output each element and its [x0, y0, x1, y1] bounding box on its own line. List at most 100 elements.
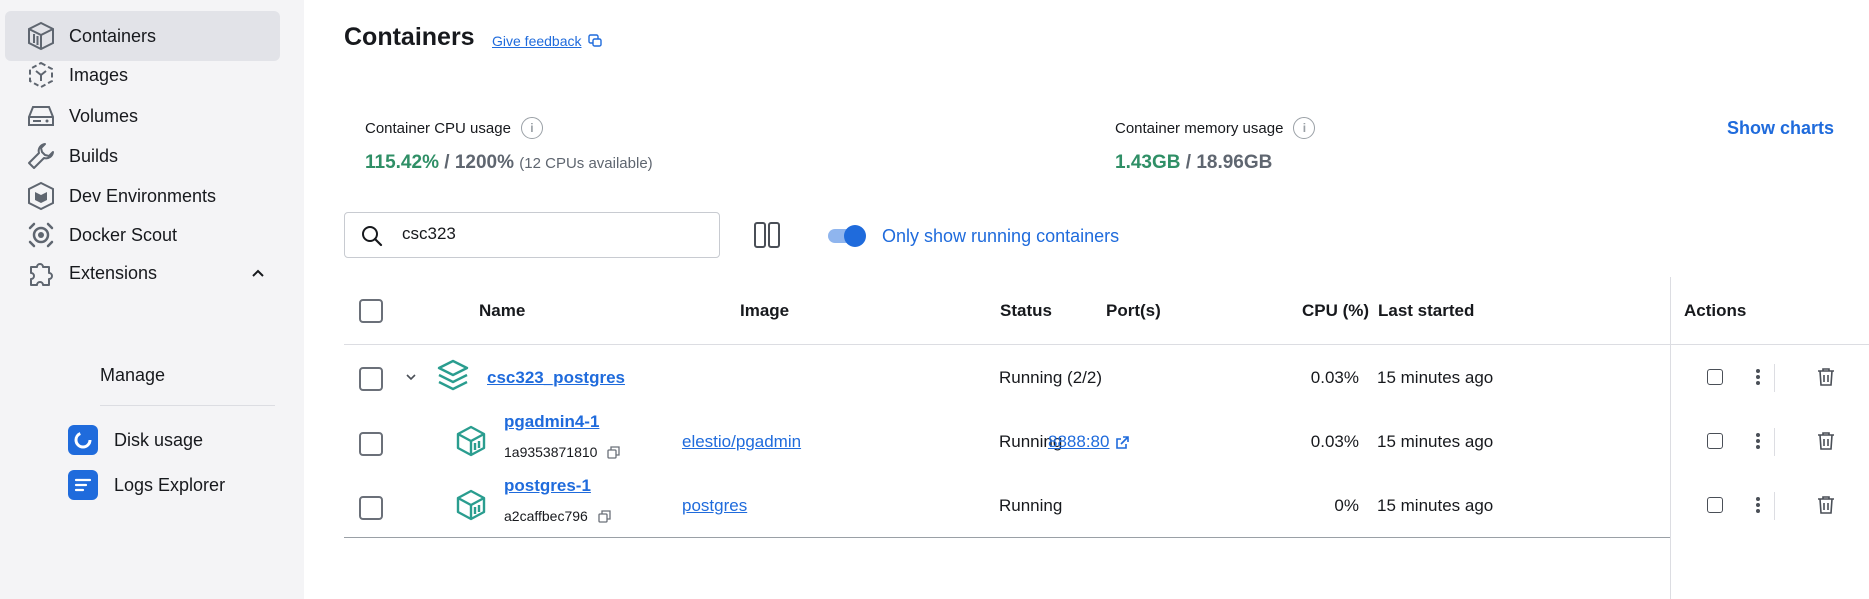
- main-content: Containers Give feedback Container CPU u…: [304, 0, 1869, 599]
- cpu-usage-label-text: Container CPU usage: [365, 119, 511, 137]
- docker-desktop-window: Containers Images Volumes Builds Dev Env: [0, 0, 1869, 599]
- memory-used: 1.43GB: [1115, 152, 1181, 173]
- port-text: 8888:80: [1048, 432, 1110, 451]
- sidebar-item-label: Containers: [69, 25, 157, 46]
- delete-icon[interactable]: [1815, 494, 1837, 516]
- extension-disk-usage[interactable]: Disk usage: [68, 422, 203, 458]
- last-started: 15 minutes ago: [1377, 432, 1494, 451]
- sidebar-item-label: Docker Scout: [69, 224, 178, 245]
- row-checkbox[interactable]: [359, 432, 383, 456]
- container-id-text: 1a9353871810: [504, 444, 598, 460]
- sidebar: Containers Images Volumes Builds Dev Env: [0, 0, 304, 599]
- column-header-name[interactable]: Name: [479, 301, 525, 321]
- group-name-link[interactable]: csc323_postgres: [487, 368, 625, 388]
- column-header-last-started[interactable]: Last started: [1378, 301, 1474, 321]
- extension-label: Logs Explorer: [114, 474, 226, 495]
- column-header-actions: Actions: [1684, 301, 1747, 320]
- delete-icon[interactable]: [1815, 366, 1837, 388]
- row-actions: [344, 474, 1869, 538]
- toggle-knob: [844, 225, 866, 247]
- chevron-up-icon[interactable]: [250, 265, 266, 281]
- disk-usage-icon: [68, 425, 98, 455]
- extension-logs-explorer[interactable]: Logs Explorer: [68, 467, 225, 503]
- sidebar-item-label: Builds: [69, 145, 119, 166]
- extensions-manage-link[interactable]: Manage: [100, 365, 165, 386]
- show-charts-button[interactable]: Show charts: [1727, 118, 1834, 139]
- start-stop-button[interactable]: [1704, 366, 1726, 388]
- container-icon: [454, 424, 488, 463]
- sidebar-item-label: Extensions: [69, 262, 158, 283]
- table-header: Name Image Status Port(s) CPU (%) Last s…: [344, 277, 1869, 345]
- more-options-icon[interactable]: [1747, 494, 1769, 516]
- group-cpu: 0.03%: [1310, 368, 1359, 387]
- running-only-toggle[interactable]: [828, 225, 866, 247]
- column-header-status[interactable]: Status: [1000, 301, 1052, 321]
- table-row-group[interactable]: csc323_postgres Running (2/2) 0.03% 15 m…: [344, 346, 1869, 410]
- column-header-cpu[interactable]: CPU (%): [1302, 301, 1369, 321]
- sidebar-item-label: Volumes: [69, 105, 139, 126]
- info-icon[interactable]: i: [520, 117, 543, 139]
- sidebar-item-label: Dev Environments: [69, 185, 217, 206]
- search-box[interactable]: [344, 212, 720, 258]
- container-id: 1a9353871810: [504, 444, 621, 460]
- image-link[interactable]: elestio/pgadmin: [682, 432, 801, 452]
- cpu-total: 1200%: [454, 152, 514, 173]
- delete-icon[interactable]: [1815, 430, 1837, 452]
- copy-icon[interactable]: [607, 445, 621, 459]
- container-name-link[interactable]: pgadmin4-1: [504, 412, 599, 432]
- sidebar-divider: [100, 405, 275, 406]
- sidebar-item-label: Images: [69, 64, 129, 85]
- image-icon: [25, 59, 57, 91]
- volume-icon: [25, 100, 57, 132]
- action-divider: [1774, 364, 1775, 392]
- wrench-icon: [25, 140, 57, 172]
- extension-label: Disk usage: [114, 429, 204, 450]
- give-feedback-label: Give feedback: [492, 33, 582, 49]
- search-icon: [361, 225, 383, 252]
- table-row[interactable]: pgadmin4-1 1a9353871810 elestio/pgadmin …: [344, 410, 1869, 474]
- give-feedback-link[interactable]: Give feedback: [492, 33, 602, 49]
- column-header-image[interactable]: Image: [740, 301, 789, 321]
- info-icon[interactable]: i: [1293, 117, 1316, 139]
- running-only-label[interactable]: Only show running containers: [882, 226, 1119, 247]
- port-link[interactable]: 8888:80: [1048, 432, 1130, 452]
- column-header-ports[interactable]: Port(s): [1106, 301, 1161, 321]
- memory-usage-label: Container memory usage i: [1115, 117, 1316, 139]
- memory-separator: /: [1180, 152, 1197, 173]
- feedback-icon: [587, 34, 602, 47]
- stop-icon: [1707, 497, 1723, 513]
- start-stop-button[interactable]: [1704, 494, 1726, 516]
- group-status: Running (2/2): [999, 368, 1103, 387]
- memory-usage-value: 1.43GB / 18.96GB: [1115, 152, 1272, 174]
- cpu-note: (12 CPUs available): [519, 155, 653, 172]
- row-checkbox[interactable]: [359, 367, 383, 391]
- scout-icon: [25, 219, 57, 251]
- cpu-used: 115.42%: [365, 152, 439, 173]
- stop-icon: [1707, 433, 1723, 449]
- dev-env-icon: [25, 180, 57, 212]
- start-stop-button[interactable]: [1704, 430, 1726, 452]
- chevron-down-icon[interactable]: [404, 370, 418, 389]
- cpu-usage-label: Container CPU usage i: [365, 117, 543, 139]
- more-options-icon[interactable]: [1747, 366, 1769, 388]
- group-last-started: 15 minutes ago: [1377, 368, 1494, 387]
- containers-table: Name Image Status Port(s) CPU (%) Last s…: [344, 277, 1869, 599]
- column-settings-icon[interactable]: [753, 220, 781, 250]
- cpu-separator: /: [438, 152, 455, 173]
- memory-total: 18.96GB: [1196, 152, 1273, 173]
- memory-usage-label-text: Container memory usage: [1115, 119, 1284, 137]
- action-divider: [1774, 492, 1775, 520]
- cpu-usage-value: 115.42% / 1200% (12 CPUs available): [365, 152, 653, 174]
- puzzle-icon: [25, 257, 57, 289]
- container-icon: [25, 20, 57, 52]
- select-all-checkbox[interactable]: [359, 299, 383, 323]
- stop-icon: [1707, 369, 1723, 385]
- page-title: Containers: [344, 23, 475, 51]
- more-options-icon[interactable]: [1747, 430, 1769, 452]
- external-link-icon: [1116, 435, 1130, 449]
- action-divider: [1774, 428, 1775, 456]
- logs-explorer-icon: [68, 470, 98, 500]
- compose-stack-icon: [436, 358, 470, 397]
- search-input[interactable]: [402, 224, 702, 244]
- sidebar-item-extensions[interactable]: Extensions: [5, 248, 280, 298]
